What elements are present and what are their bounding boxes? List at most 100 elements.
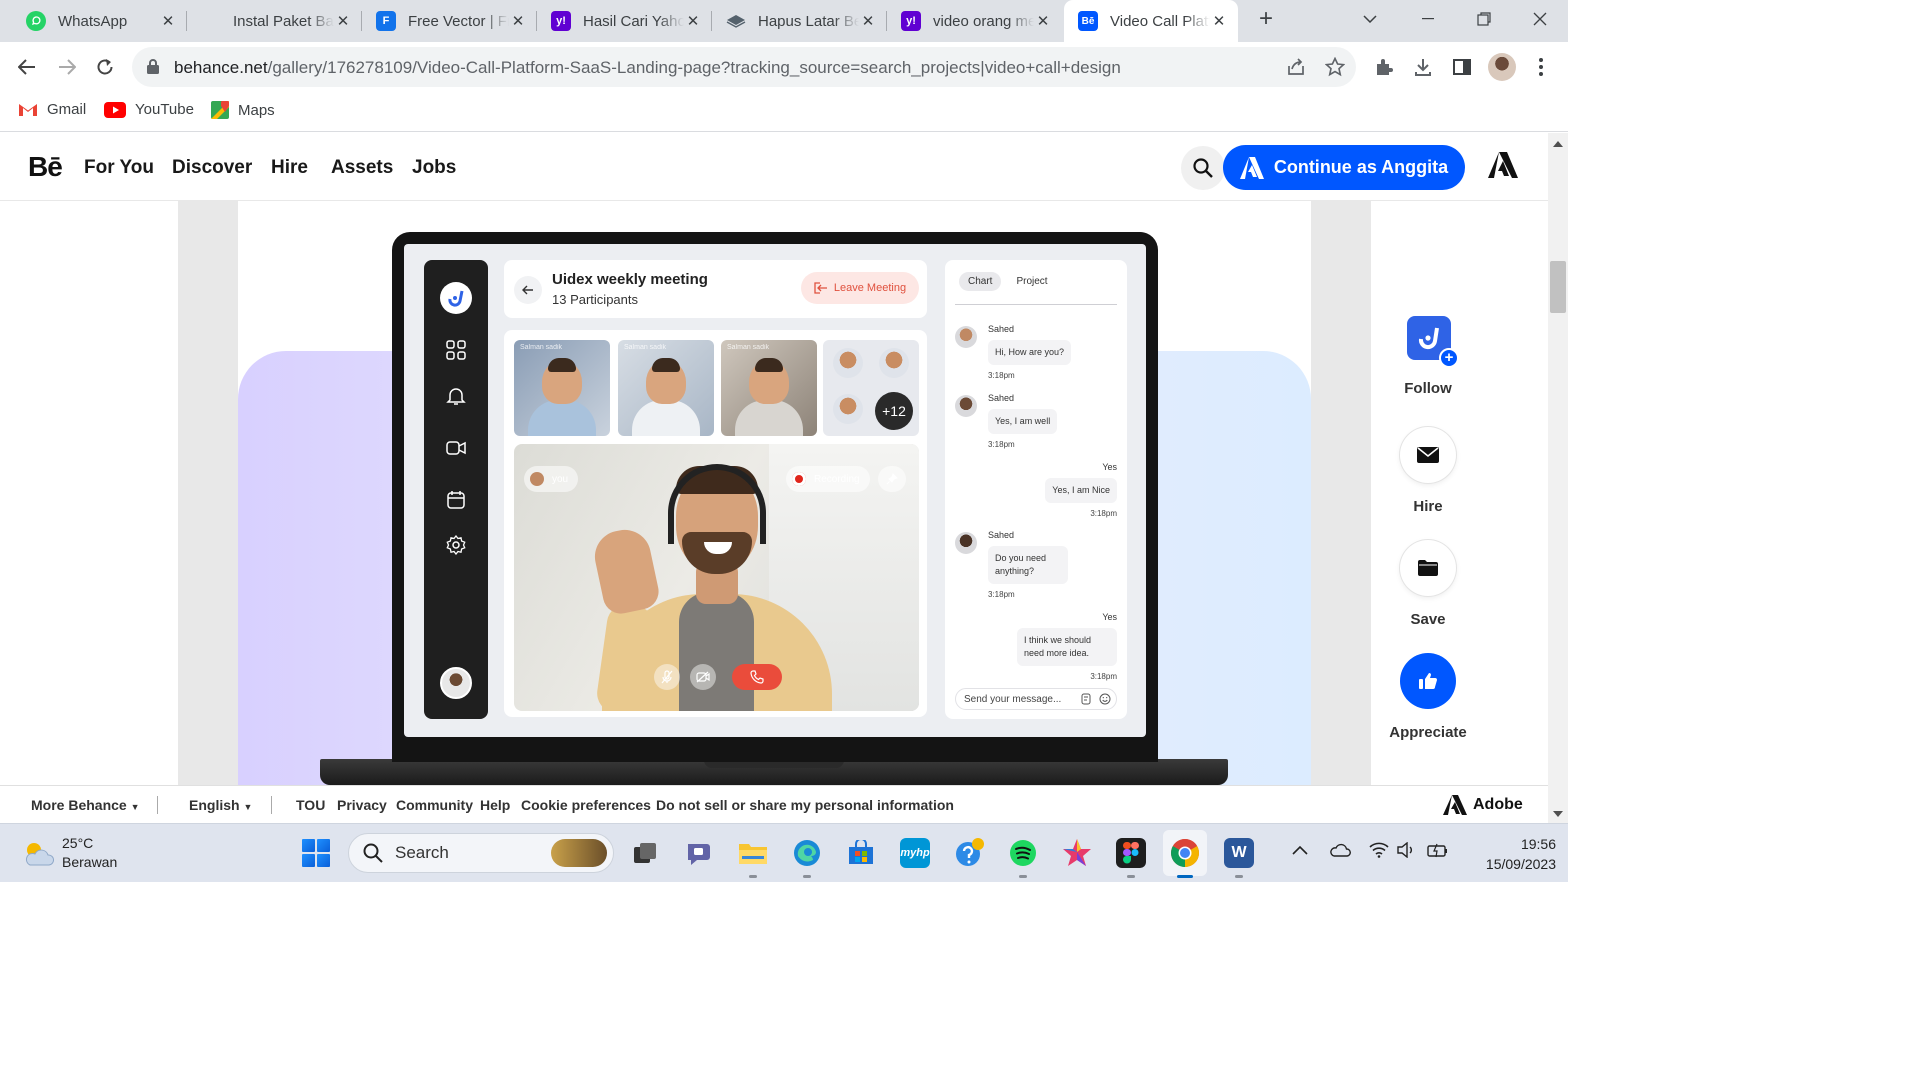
footer-link-do-not-sell[interactable]: Do not sell or share my personal informa… xyxy=(656,797,954,813)
nav-hire[interactable]: Hire xyxy=(271,157,308,179)
scroll-thumb[interactable] xyxy=(1550,261,1566,313)
close-tab-icon[interactable]: ✕ xyxy=(334,12,352,30)
figma-icon[interactable] xyxy=(1116,838,1146,878)
tab-microsoft[interactable]: Instal Paket Bahasa ✕ xyxy=(187,0,362,42)
taskbar-search[interactable]: Search xyxy=(348,833,614,873)
app-logo-icon xyxy=(1418,327,1439,350)
scroll-down-icon[interactable] xyxy=(1553,811,1563,817)
tab-removebg[interactable]: Hapus Latar Belakang ✕ xyxy=(712,0,887,42)
scroll-up-icon[interactable] xyxy=(1553,141,1563,147)
microsoft-store-icon[interactable] xyxy=(846,838,876,868)
nav-discover[interactable]: Discover xyxy=(172,157,252,179)
onedrive-icon[interactable] xyxy=(1329,842,1351,863)
windows-taskbar: 25°C Berawan Search myhp W 19:56 15/09/2… xyxy=(0,823,1568,882)
wifi-icon[interactable] xyxy=(1369,842,1389,863)
lock-icon[interactable] xyxy=(146,58,160,80)
nav-assets[interactable]: Assets xyxy=(331,157,393,179)
message-text: Hi, How are you? xyxy=(988,340,1072,365)
download-icon[interactable] xyxy=(1410,54,1436,80)
bookmark-youtube[interactable]: YouTube xyxy=(104,101,194,118)
help-icon[interactable] xyxy=(954,838,984,868)
task-view-icon[interactable] xyxy=(630,838,660,868)
start-button[interactable] xyxy=(302,839,330,867)
chrome-icon[interactable] xyxy=(1170,838,1200,878)
adobe-logo-icon[interactable] xyxy=(1488,152,1518,183)
minimize-button[interactable] xyxy=(1404,0,1452,38)
tab-yahoo-video[interactable]: y! video orang meeting ✕ xyxy=(887,0,1062,42)
caret-down-icon: ▼ xyxy=(130,802,140,812)
new-tab-button[interactable]: + xyxy=(1252,6,1280,34)
side-panel-icon[interactable] xyxy=(1449,54,1475,80)
follow-action[interactable]: Follow xyxy=(1371,380,1485,397)
adobe-brand[interactable]: Adobe xyxy=(1443,795,1523,815)
tab-whatsapp[interactable]: WhatsApp ✕ xyxy=(12,0,187,42)
close-tab-icon[interactable]: ✕ xyxy=(509,12,527,30)
battery-icon[interactable] xyxy=(1427,842,1449,863)
more-menu-icon[interactable] xyxy=(1528,54,1554,80)
folder-icon[interactable] xyxy=(1400,540,1456,596)
url-text[interactable]: behance.net/gallery/176278109/Video-Call… xyxy=(174,58,1121,78)
tab-search-chevron-icon[interactable] xyxy=(1346,0,1394,38)
nav-for-you[interactable]: For You xyxy=(84,157,154,179)
close-tab-icon[interactable]: ✕ xyxy=(159,12,177,30)
chat-message-mine: Yes I think we should need more idea. 3:… xyxy=(1017,612,1117,681)
close-tab-icon[interactable]: ✕ xyxy=(1034,12,1052,30)
weather-widget[interactable]: 25°C Berawan xyxy=(22,834,117,872)
page-scrollbar[interactable] xyxy=(1548,133,1568,823)
close-window-button[interactable] xyxy=(1516,0,1564,38)
close-tab-icon[interactable]: ✕ xyxy=(684,12,702,30)
divider xyxy=(157,796,158,814)
tab-behance-active[interactable]: Bē Video Call Platform ✕ xyxy=(1064,0,1238,42)
nav-jobs[interactable]: Jobs xyxy=(412,157,456,179)
divider xyxy=(955,304,1117,305)
teams-icon[interactable] xyxy=(684,838,714,868)
footer-link-privacy[interactable]: Privacy xyxy=(337,797,387,813)
restore-button[interactable] xyxy=(1460,0,1508,38)
profile-avatar[interactable] xyxy=(1488,53,1516,81)
footer-link-help[interactable]: Help xyxy=(480,797,510,813)
star-app-icon[interactable] xyxy=(1062,838,1092,868)
behance-logo[interactable]: Bē xyxy=(28,151,63,183)
footer-link-community[interactable]: Community xyxy=(396,797,473,813)
continue-as-button[interactable]: Continue as Anggita xyxy=(1223,145,1465,190)
language-dropdown[interactable]: English ▼ xyxy=(189,797,252,813)
message-sender: Sahed xyxy=(988,393,1015,403)
tab-freepik[interactable]: F Free Vector | Freepik ✕ xyxy=(362,0,537,42)
edge-icon[interactable] xyxy=(792,838,822,878)
myhp-icon[interactable]: myhp xyxy=(900,838,930,868)
footer-link-cookies[interactable]: Cookie preferences xyxy=(521,797,651,813)
mail-icon[interactable] xyxy=(1400,427,1456,483)
back-icon[interactable] xyxy=(14,54,40,80)
bookmark-star-icon[interactable] xyxy=(1322,54,1348,80)
word-icon[interactable]: W xyxy=(1224,838,1254,878)
reload-icon[interactable] xyxy=(92,54,118,80)
search-icon[interactable] xyxy=(1181,146,1225,190)
file-explorer-icon[interactable] xyxy=(738,838,768,878)
chevron-up-icon[interactable] xyxy=(1292,842,1308,860)
forward-icon[interactable] xyxy=(54,54,80,80)
owner-avatar[interactable]: + xyxy=(1407,316,1459,368)
removebg-icon xyxy=(726,11,746,31)
extensions-icon[interactable] xyxy=(1371,54,1397,80)
spotify-icon[interactable] xyxy=(1008,838,1038,878)
thumbs-up-icon[interactable] xyxy=(1400,653,1456,709)
system-clock[interactable]: 19:56 15/09/2023 xyxy=(1468,834,1556,874)
hire-button[interactable]: Hire xyxy=(1371,427,1485,515)
participant-torso xyxy=(528,400,596,436)
bookmark-maps[interactable]: Maps xyxy=(211,101,275,119)
more-behance-dropdown[interactable]: More Behance ▼ xyxy=(31,797,140,813)
recording-pill: Recording xyxy=(786,466,870,492)
save-button[interactable]: Save xyxy=(1371,540,1485,628)
project-image: Uidex weekly meeting 13 Participants Lea… xyxy=(238,201,1311,785)
record-dot-icon xyxy=(792,472,806,486)
bookmark-gmail[interactable]: Gmail xyxy=(18,101,86,118)
tab-yahoo[interactable]: y! Hasil Cari Yahoo ✕ xyxy=(537,0,712,42)
participant-name: Salman sadik xyxy=(624,344,667,351)
close-tab-icon[interactable]: ✕ xyxy=(1210,12,1228,30)
address-bar[interactable]: behance.net/gallery/176278109/Video-Call… xyxy=(132,47,1356,87)
volume-icon[interactable] xyxy=(1397,841,1417,863)
close-tab-icon[interactable]: ✕ xyxy=(859,12,877,30)
footer-link-tou[interactable]: TOU xyxy=(296,797,325,813)
appreciate-button[interactable]: Appreciate xyxy=(1371,653,1485,741)
share-icon[interactable] xyxy=(1283,54,1309,80)
